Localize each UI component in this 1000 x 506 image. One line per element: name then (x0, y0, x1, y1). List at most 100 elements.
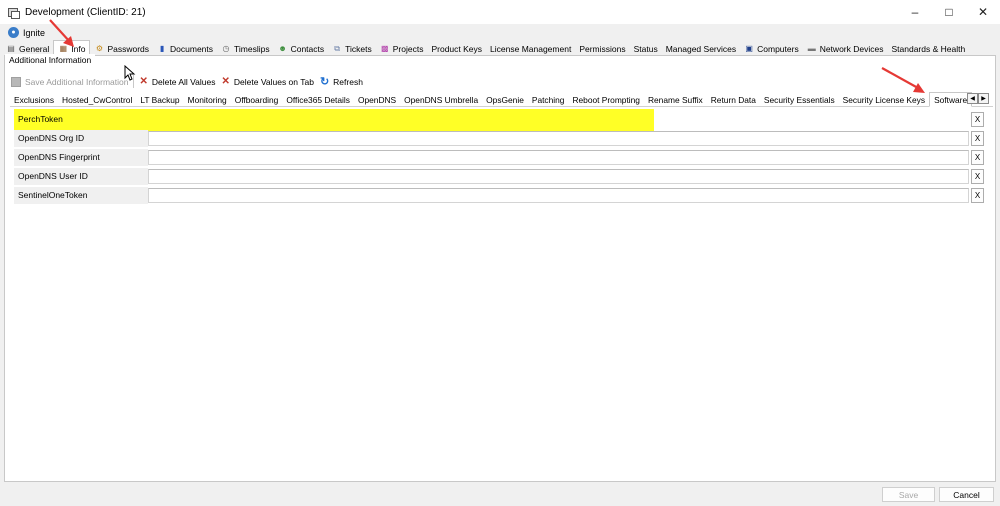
subtab-monitoring[interactable]: Monitoring (184, 93, 231, 107)
tab-network-devices[interactable]: ▬ Network Devices (803, 41, 888, 56)
tickets-icon: ⧉ (334, 43, 340, 53)
annotation-arrow-icon (49, 19, 74, 47)
timeslips-icon: ◷ (222, 43, 230, 53)
subtab-rename-suffix[interactable]: Rename Suffix (644, 93, 707, 107)
tab-label: Timeslips (234, 43, 270, 54)
clear-button[interactable]: X (971, 169, 984, 184)
passwords-icon: ⚙ (95, 43, 104, 53)
subtab-software[interactable]: Software (929, 92, 973, 107)
field-row-perchtoken: PerchToken X (14, 111, 984, 128)
tab-timeslips[interactable]: ◷ Timeslips (217, 41, 274, 56)
tab-label: Network Devices (819, 43, 884, 54)
tab-standards-health[interactable]: Standards & Health (887, 41, 969, 56)
nav-root-label[interactable]: Ignite (23, 28, 45, 38)
save-icon (11, 76, 21, 87)
cancel-button[interactable]: Cancel (939, 487, 994, 502)
subtab-opendns[interactable]: OpenDNS (354, 93, 400, 107)
tab-product-keys[interactable]: Product Keys (427, 41, 486, 56)
annotation-arrow-icon (881, 67, 925, 93)
footer-bar: Save Cancel (0, 482, 1000, 506)
scroll-left-icon[interactable]: ◀ (967, 93, 978, 104)
tab-label: License Management (490, 43, 572, 54)
subtab-office365-details[interactable]: Office365 Details (282, 93, 354, 107)
tab-label: Tickets (345, 43, 372, 54)
delete-values-on-tab-button[interactable]: ✕ Delete Values on Tab (219, 74, 317, 90)
group-label: Additional Information (5, 54, 96, 67)
tab-license-management[interactable]: License Management (486, 41, 575, 56)
save-additional-info-label: Save Additional Information (25, 76, 129, 87)
tab-label: Standards & Health (891, 43, 966, 54)
tab-label: Contacts (290, 43, 325, 54)
subtab-opsgenie[interactable]: OpsGenie (482, 93, 528, 107)
computers-icon: ▣ (745, 43, 753, 53)
nav-root-row: ● Ignite (0, 25, 1000, 40)
tab-documents[interactable]: ▮ Documents (153, 41, 217, 56)
tab-contacts[interactable]: ☻ Contacts (274, 41, 329, 56)
minimize-icon[interactable]: – (898, 0, 932, 24)
scroll-right-icon[interactable]: ▶ (978, 93, 989, 104)
tab-managed-services[interactable]: Managed Services (662, 41, 740, 56)
clear-button[interactable]: X (971, 188, 984, 203)
tab-label: Passwords (107, 43, 150, 54)
field-label: SentinelOneToken (14, 187, 148, 204)
tab-label: Managed Services (665, 43, 737, 54)
perchtoken-field[interactable] (148, 112, 969, 127)
tab-label: Computers (757, 43, 799, 54)
delete-icon: ✕ (221, 76, 230, 87)
clear-button[interactable]: X (971, 112, 984, 127)
tab-computers[interactable]: ▣ Computers (740, 41, 803, 56)
opendns-org-id-field[interactable] (148, 131, 969, 146)
delete-values-on-tab-label: Delete Values on Tab (233, 76, 314, 87)
tab-passwords[interactable]: ⚙ Passwords (90, 41, 153, 56)
subtab-lt-backup[interactable]: LT Backup (136, 93, 183, 107)
sub-tab-strip: Exclusions Hosted_CwControl LT Backup Mo… (10, 92, 993, 107)
tab-projects[interactable]: ▩ Projects (376, 41, 428, 56)
documents-icon: ▮ (159, 43, 165, 53)
field-label: OpenDNS User ID (14, 168, 148, 185)
refresh-button[interactable]: ↻ Refresh (317, 74, 366, 90)
save-button[interactable]: Save (882, 487, 935, 502)
tab-tickets[interactable]: ⧉ Tickets (328, 41, 376, 56)
subtab-patching[interactable]: Patching (528, 93, 569, 107)
opendns-fingerprint-field[interactable] (148, 150, 969, 165)
delete-icon: ✕ (139, 76, 148, 87)
subtab-security-essentials[interactable]: Security Essentials (760, 93, 839, 107)
refresh-label: Refresh (333, 76, 363, 87)
sentinelonetoken-field[interactable] (148, 188, 969, 203)
close-icon[interactable]: ✕ (966, 0, 1000, 24)
subtab-opendns-umbrella[interactable]: OpenDNS Umbrella (400, 93, 482, 107)
subtab-exclusions[interactable]: Exclusions (10, 93, 58, 107)
app-icon (7, 6, 20, 19)
field-row-opendns-org-id: OpenDNS Org ID X (14, 130, 984, 147)
field-label: OpenDNS Fingerprint (14, 149, 148, 166)
title-bar: Development (ClientID: 21) – □ ✕ (0, 0, 1000, 24)
delete-all-values-button[interactable]: ✕ Delete All Values (136, 74, 218, 90)
field-row-sentinelonetoken: SentinelOneToken X (14, 187, 984, 204)
subtab-return-data[interactable]: Return Data (707, 93, 760, 107)
projects-icon: ▩ (380, 43, 389, 53)
field-row-opendns-fingerprint: OpenDNS Fingerprint X (14, 149, 984, 166)
subtab-hosted-cwcontrol[interactable]: Hosted_CwControl (58, 93, 136, 107)
field-label: PerchToken (18, 114, 63, 124)
refresh-icon: ↻ (319, 76, 330, 88)
contacts-icon: ☻ (278, 43, 287, 53)
tab-status[interactable]: Status (630, 41, 662, 56)
tab-label: Permissions (579, 43, 626, 54)
tab-scroll-arrows: ◀ ▶ (967, 93, 989, 104)
ignite-icon: ● (8, 27, 19, 38)
tab-label: Documents (170, 43, 214, 54)
mouse-cursor-icon (124, 65, 136, 81)
general-icon: ▤ (7, 43, 15, 53)
tab-permissions[interactable]: Permissions (575, 41, 629, 56)
opendns-user-id-field[interactable] (148, 169, 969, 184)
clear-button[interactable]: X (971, 131, 984, 146)
subtab-reboot-prompting[interactable]: Reboot Prompting (568, 93, 644, 107)
field-row-opendns-user-id: OpenDNS User ID X (14, 168, 984, 185)
maximize-icon[interactable]: □ (932, 0, 966, 24)
delete-all-values-label: Delete All Values (151, 76, 216, 87)
save-additional-info-button[interactable]: Save Additional Information (8, 74, 131, 90)
tab-label: Projects (392, 43, 424, 54)
window-controls: – □ ✕ (898, 0, 1000, 24)
clear-button[interactable]: X (971, 150, 984, 165)
subtab-offboarding[interactable]: Offboarding (231, 93, 283, 107)
